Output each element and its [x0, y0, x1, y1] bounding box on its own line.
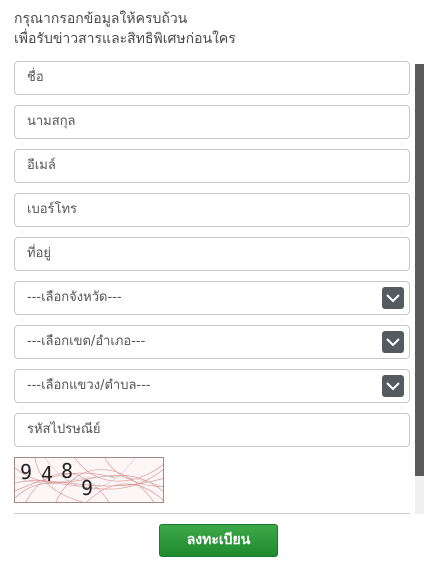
address-input[interactable]: ที่อยู่: [14, 237, 410, 271]
subdistrict-select-label: ---เลือกแขวง/ตำบล---: [27, 378, 151, 393]
name-input[interactable]: ชื่อ: [14, 61, 410, 95]
province-select[interactable]: ---เลือกจังหวัด---: [14, 281, 410, 315]
chevron-down-icon[interactable]: [382, 287, 404, 309]
district-select[interactable]: ---เลือกเขต/อำเภอ---: [14, 325, 410, 359]
chevron-down-icon[interactable]: [382, 375, 404, 397]
register-button[interactable]: ลงทะเบียน: [159, 524, 278, 557]
postcode-input[interactable]: รหัสไปรษณีย์: [14, 413, 410, 447]
captcha-digit-2: 4: [41, 462, 58, 486]
email-input[interactable]: อีเมล์: [14, 149, 410, 183]
intro-text: กรุณากรอกข้อมูลให้ครบถ้วน เพื่อรับข่าวสา…: [14, 9, 236, 49]
captcha-image: 9 4 8 9: [14, 457, 164, 503]
intro-line-1: กรุณากรอกข้อมูลให้ครบถ้วน: [14, 11, 188, 27]
province-select-label: ---เลือกจังหวัด---: [27, 290, 122, 305]
subdistrict-select[interactable]: ---เลือกแขวง/ตำบล---: [14, 369, 410, 403]
scrollbar[interactable]: [415, 64, 424, 514]
captcha-digit-1: 9: [20, 460, 37, 484]
registration-form: ชื่อ นามสกุล อีเมล์ เบอร์โทร ที่อยู่ ---…: [0, 58, 434, 513]
captcha-digit-4: 9: [81, 476, 98, 500]
district-select-label: ---เลือกเขต/อำเภอ---: [27, 334, 146, 349]
intro-line-2: เพื่อรับข่าวสารและสิทธิพิเศษก่อนใคร: [14, 31, 236, 47]
captcha-digit-3: 8: [61, 459, 78, 483]
scrollbar-thumb[interactable]: [415, 64, 424, 476]
chevron-down-icon[interactable]: [382, 331, 404, 353]
lastname-input[interactable]: นามสกุล: [14, 105, 410, 139]
divider: [14, 513, 410, 514]
phone-input[interactable]: เบอร์โทร: [14, 193, 410, 227]
